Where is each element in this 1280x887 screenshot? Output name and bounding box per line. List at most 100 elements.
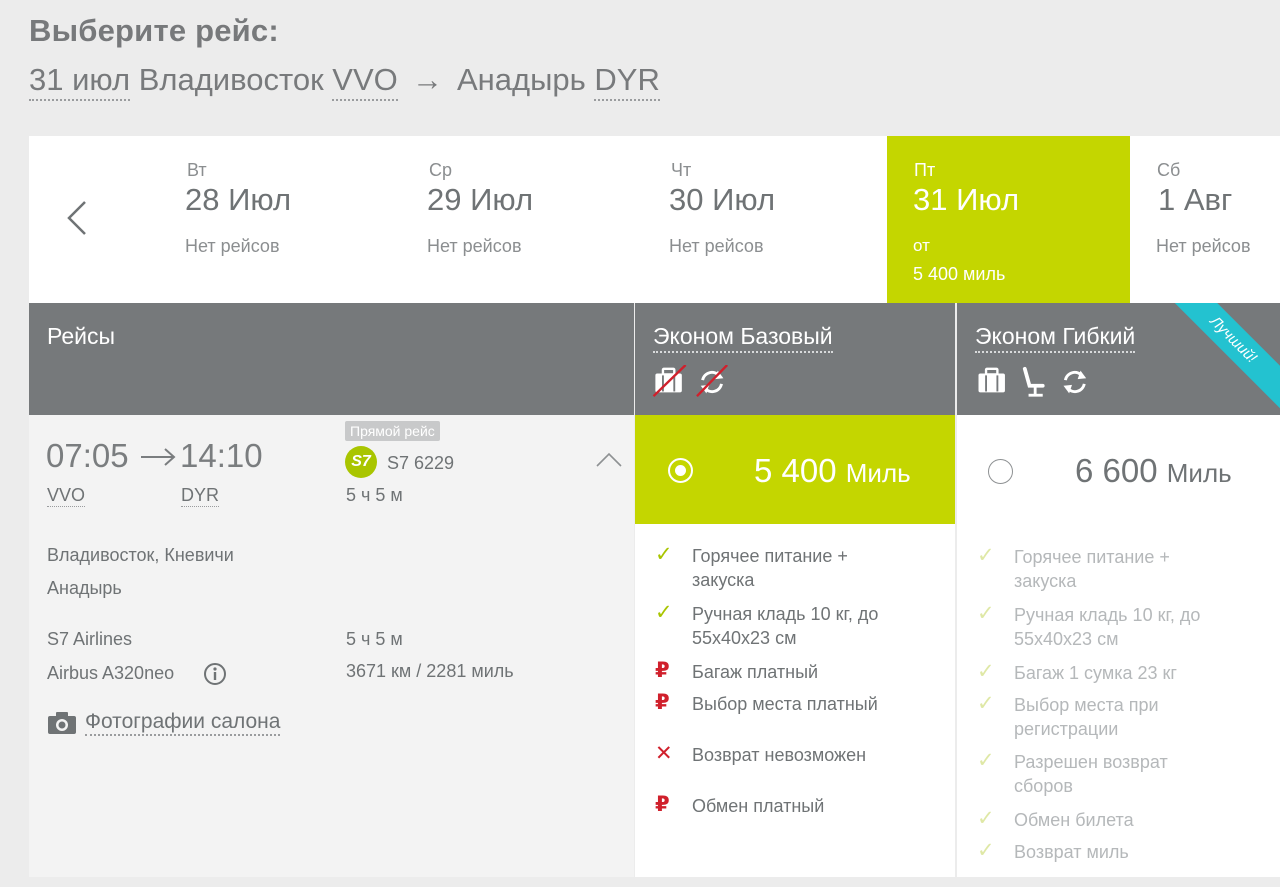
route-arrow-icon: → — [411, 62, 443, 97]
duration-detail: 5 ч 5 м — [346, 629, 403, 649]
flight-card: 07:05 14:10 VVO DYR Прямой рейс S7 S7 62… — [29, 415, 634, 877]
route-summary: 31 июл Владивосток VVO → Анадырь DYR — [29, 62, 660, 101]
fare-flex-header: Эконом Гибкий Лучший! — [957, 303, 1280, 415]
fare-feature-line: Багаж 1 сумка 23 кг — [1014, 663, 1177, 683]
route-from-city: Владивосток — [138, 62, 324, 97]
date-tab-0[interactable]: Вт 28 Июл Нет рейсов — [185, 136, 425, 303]
date-status: Нет рейсов — [669, 236, 764, 256]
fare-feature-line: Выбор места платный — [692, 694, 878, 714]
date-status: Нет рейсов — [1156, 236, 1251, 256]
fare-flex-radio[interactable] — [988, 459, 1013, 484]
fare-flex-icons — [978, 366, 1087, 397]
route-to-code-link[interactable]: DYR — [594, 62, 660, 101]
fare-feature-text: Горячее питание + закуска — [1014, 545, 1170, 593]
aircraft-type: Airbus A320neo — [47, 663, 175, 683]
fare-basic-body: 5 400 Миль ✓ Горячее питание + закуска ✓ Руч… — [635, 415, 955, 877]
fare-feature-line: регистрации — [1014, 719, 1119, 739]
fare-feature-text: Возврат миль — [1014, 840, 1129, 864]
fare-feature-line: Возврат невозможен — [692, 745, 867, 765]
exchange-crossed-icon — [696, 365, 729, 397]
check-icon: ✓ — [977, 749, 995, 772]
fare-basic-header: Эконом Базовый — [635, 303, 955, 415]
route-to-city: Анадырь — [456, 62, 586, 97]
fare-feature-line: Обмен билета — [1014, 810, 1134, 830]
distance: 3671 км / 2281 миль — [346, 661, 514, 681]
fare-feature-text: Ручная кладь 10 кг, до 55х40х23 см — [1014, 603, 1200, 651]
fare-basic-title[interactable]: Эконом Базовый — [653, 323, 833, 353]
fare-feature-line: Горячее питание + — [1014, 547, 1170, 567]
fare-feature-text: Обмен билета — [1014, 808, 1134, 832]
baggage-crossed-icon — [652, 365, 687, 398]
fare-feature-line: сборов — [1014, 776, 1073, 796]
depart-code[interactable]: VVO — [47, 485, 86, 507]
date-day: 30 Июл — [669, 182, 776, 217]
fare-feature-line: Ручная кладь 10 кг, до — [1014, 605, 1201, 625]
check-icon: ✓ — [977, 602, 995, 625]
flight-duration: 5 ч 5 м — [346, 485, 403, 505]
arrive-time: 14:10 — [180, 437, 263, 474]
depart-airport: Владивосток, Кневичи — [47, 545, 234, 565]
direct-flight-badge: Прямой рейс — [345, 421, 440, 441]
baggage-icon — [978, 367, 1005, 393]
date-tab-2[interactable]: Чт 30 Июл Нет рейсов — [669, 136, 885, 303]
chevron-left-icon[interactable] — [65, 198, 89, 238]
date-weekday: Ср — [429, 160, 453, 180]
fare-feature-text: Обмен платный — [692, 794, 824, 818]
fare-feature-text: Выбор места платный — [692, 692, 878, 716]
page-title: Выберите рейс: — [29, 13, 279, 48]
date-tab-1[interactable]: Ср 29 Июл Нет рейсов — [427, 136, 667, 303]
route-date-link[interactable]: 31 июл — [29, 62, 131, 101]
ruble-icon: ₽ — [655, 691, 670, 714]
fare-basic-option[interactable]: 5 400 Миль — [635, 415, 955, 524]
arrive-airport: Анадырь — [47, 578, 122, 598]
fare-basic-radio[interactable] — [668, 458, 693, 483]
date-weekday: Пт — [914, 160, 936, 180]
fare-feature-line: Разрешен возврат — [1014, 752, 1168, 772]
fare-basic-icons — [652, 365, 729, 398]
fare-basic-price-value: 5 400 — [754, 452, 837, 489]
route-from-code-link[interactable]: VVO — [332, 62, 398, 101]
fare-feature-line: 55х40х23 см — [1014, 629, 1119, 649]
date-day: 28 Июл — [185, 182, 292, 217]
date-status: Нет рейсов — [427, 236, 522, 256]
fare-feature-line: Горячее питание + — [692, 546, 848, 566]
fare-feature-text: Горячее питание + закуска — [692, 544, 848, 592]
date-weekday: Чт — [671, 160, 692, 180]
date-status: от — [913, 236, 930, 255]
date-day: 29 Июл — [427, 182, 534, 217]
fare-flex-price-value: 6 600 — [1075, 452, 1158, 489]
check-icon: ✓ — [977, 692, 995, 715]
fare-feature-line: 55х40х23 см — [692, 628, 797, 648]
flights-header-label: Рейсы — [47, 323, 116, 349]
date-selector: Вт 28 Июл Нет рейсов Ср 29 Июл Нет рейсо… — [29, 136, 1280, 303]
fare-flex-title[interactable]: Эконом Гибкий — [975, 323, 1136, 353]
info-icon[interactable] — [203, 662, 227, 686]
date-weekday: Сб — [1157, 160, 1181, 180]
fare-basic-price: 5 400 Миль — [754, 452, 911, 490]
depart-time: 07:05 — [46, 437, 129, 474]
camera-icon[interactable] — [47, 711, 77, 735]
check-icon: ✓ — [977, 660, 995, 683]
date-tab-3[interactable]: Пт 31 Июл от 5 400 миль — [887, 136, 1130, 303]
ruble-icon: ₽ — [655, 793, 670, 816]
flights-column-header: Рейсы — [29, 303, 634, 415]
arrow-right-icon — [141, 448, 176, 466]
check-icon: ✓ — [977, 544, 995, 567]
flight-number: S7 6229 — [387, 453, 455, 473]
fare-feature-text: Разрешен возврат сборов — [1014, 750, 1168, 798]
check-icon: ✓ — [655, 543, 673, 566]
fare-feature-text: Выбор места при регистрации — [1014, 693, 1159, 741]
fare-flex-price-unit: Миль — [1166, 458, 1232, 488]
arrive-code[interactable]: DYR — [181, 485, 220, 507]
date-day: 31 Июл — [913, 182, 1020, 217]
date-price: 5 400 миль — [913, 264, 1006, 284]
check-icon: ✓ — [977, 839, 995, 862]
check-icon: ✓ — [977, 807, 995, 830]
fare-flex-price: 6 600 Миль — [1075, 452, 1232, 490]
cabin-photos-link[interactable]: Фотографии салона — [85, 710, 281, 736]
fare-feature-line: Выбор места при — [1014, 695, 1159, 715]
date-tab-4[interactable]: Сб 1 Авг Нет рейсов — [1132, 136, 1280, 303]
chevron-up-icon[interactable] — [595, 452, 623, 468]
cross-icon: ✕ — [655, 742, 673, 765]
airline-name: S7 Airlines — [47, 629, 133, 649]
